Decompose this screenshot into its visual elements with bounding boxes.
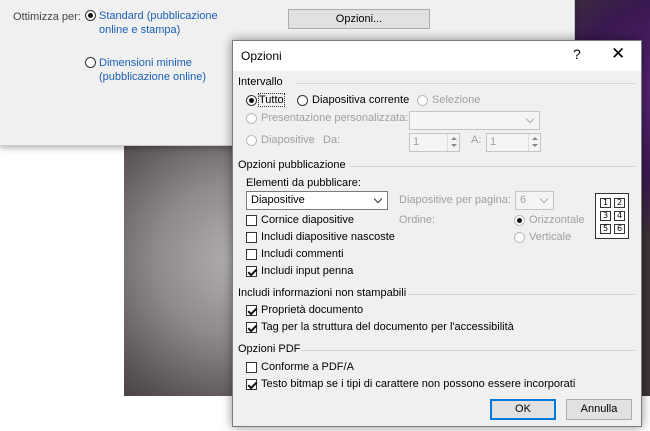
publish-what-select[interactable]: Diapositive [246, 191, 388, 210]
order-horizontal-option: Orizzontale [514, 214, 585, 226]
range-selection-option: Selezione [417, 94, 480, 106]
order-cell: 3 [600, 211, 611, 221]
options-button[interactable]: Opzioni... [288, 9, 430, 29]
struct-tags-option[interactable]: Tag per la struttura del documento per l… [246, 321, 514, 333]
pdf-heading: Opzioni PDF [238, 343, 301, 355]
range-all-option[interactable]: Tutto [246, 93, 285, 108]
nonprint-divider [408, 294, 635, 295]
range-divider [295, 83, 635, 84]
struct-tags-checkbox[interactable] [246, 321, 257, 333]
order-cell: 6 [614, 224, 625, 234]
frame-slides-option[interactable]: Cornice diapositive [246, 214, 354, 226]
include-hidden-option[interactable]: Includi diapositive nascoste [246, 231, 395, 243]
pdf-divider [301, 350, 635, 351]
range-heading: Intervallo [238, 76, 283, 88]
chevron-down-icon [537, 193, 552, 208]
dialog-title: Opzioni [241, 49, 282, 63]
slides-range-radio [246, 134, 257, 146]
include-hidden-checkbox[interactable] [246, 231, 257, 243]
range-all-radio[interactable] [246, 94, 257, 106]
options-dialog: Opzioni ? ✕ Intervallo Tutto Diapositiva… [232, 40, 642, 427]
custom-show-option: Presentazione personalizzata: [246, 112, 408, 124]
doc-properties-option[interactable]: Proprietà documento [246, 304, 363, 316]
from-label: Da: [323, 134, 341, 146]
order-horizontal-radio [514, 214, 525, 226]
include-ink-option[interactable]: Includi input penna [246, 265, 353, 277]
slides-per-page-select: 6 [515, 191, 554, 210]
spin-up-icon [532, 137, 538, 140]
slides-per-page-label: Diapositive per pagina: [399, 194, 511, 206]
close-icon[interactable]: ✕ [611, 44, 625, 64]
order-cell: 2 [614, 198, 625, 208]
to-spinner: 1 [486, 133, 541, 152]
spin-down-icon [451, 144, 457, 147]
to-label: A: [471, 134, 482, 146]
order-label: Ordine: [399, 214, 436, 226]
range-current-radio[interactable] [297, 94, 308, 106]
frame-slides-checkbox[interactable] [246, 214, 257, 226]
ok-button[interactable]: OK [490, 399, 556, 420]
nonprint-heading: Includi informazioni non stampabili [238, 287, 407, 299]
custom-show-radio [246, 112, 257, 124]
slides-range-option: Diapositive [246, 134, 315, 146]
publish-what-label: Elementi da pubblicare: [246, 177, 361, 189]
custom-show-select [409, 111, 540, 130]
include-comments-option[interactable]: Includi commenti [246, 248, 344, 260]
help-icon[interactable]: ? [573, 46, 581, 62]
include-ink-checkbox[interactable] [246, 265, 257, 277]
pdfa-checkbox[interactable] [246, 361, 257, 373]
order-preview: 1 2 3 4 5 6 [595, 193, 629, 239]
minimum-size-option-label[interactable]: Dimensioni minime (pubblicazione online) [99, 56, 219, 84]
bitmap-text-checkbox[interactable] [246, 378, 257, 390]
doc-properties-checkbox[interactable] [246, 304, 257, 316]
publish-heading: Opzioni pubblicazione [238, 159, 346, 171]
range-selection-radio [417, 94, 428, 106]
order-cell: 5 [600, 224, 611, 234]
from-spinner: 1 [409, 133, 460, 152]
spin-up-icon [451, 137, 457, 140]
include-comments-checkbox[interactable] [246, 248, 257, 260]
publish-divider [350, 166, 635, 167]
bitmap-text-option[interactable]: Testo bitmap se i tipi di carattere non … [246, 378, 575, 390]
order-vertical-option: Verticale [514, 231, 571, 243]
chevron-down-icon [523, 113, 538, 128]
standard-option-label[interactable]: Standard (pubblicazione online e stampa) [99, 9, 219, 37]
order-vertical-radio [514, 231, 525, 243]
order-cell: 1 [600, 198, 611, 208]
pdfa-option[interactable]: Conforme a PDF/A [246, 361, 354, 373]
optimize-label: Ottimizza per: [13, 11, 81, 23]
minimum-size-radio[interactable] [85, 57, 96, 68]
chevron-down-icon [371, 193, 386, 208]
order-cell: 4 [614, 211, 625, 221]
standard-radio[interactable] [85, 10, 96, 21]
cancel-button[interactable]: Annulla [566, 399, 632, 420]
range-current-option[interactable]: Diapositiva corrente [297, 94, 409, 106]
spin-down-icon [532, 144, 538, 147]
dialog-titlebar: Opzioni ? ✕ [233, 41, 641, 71]
